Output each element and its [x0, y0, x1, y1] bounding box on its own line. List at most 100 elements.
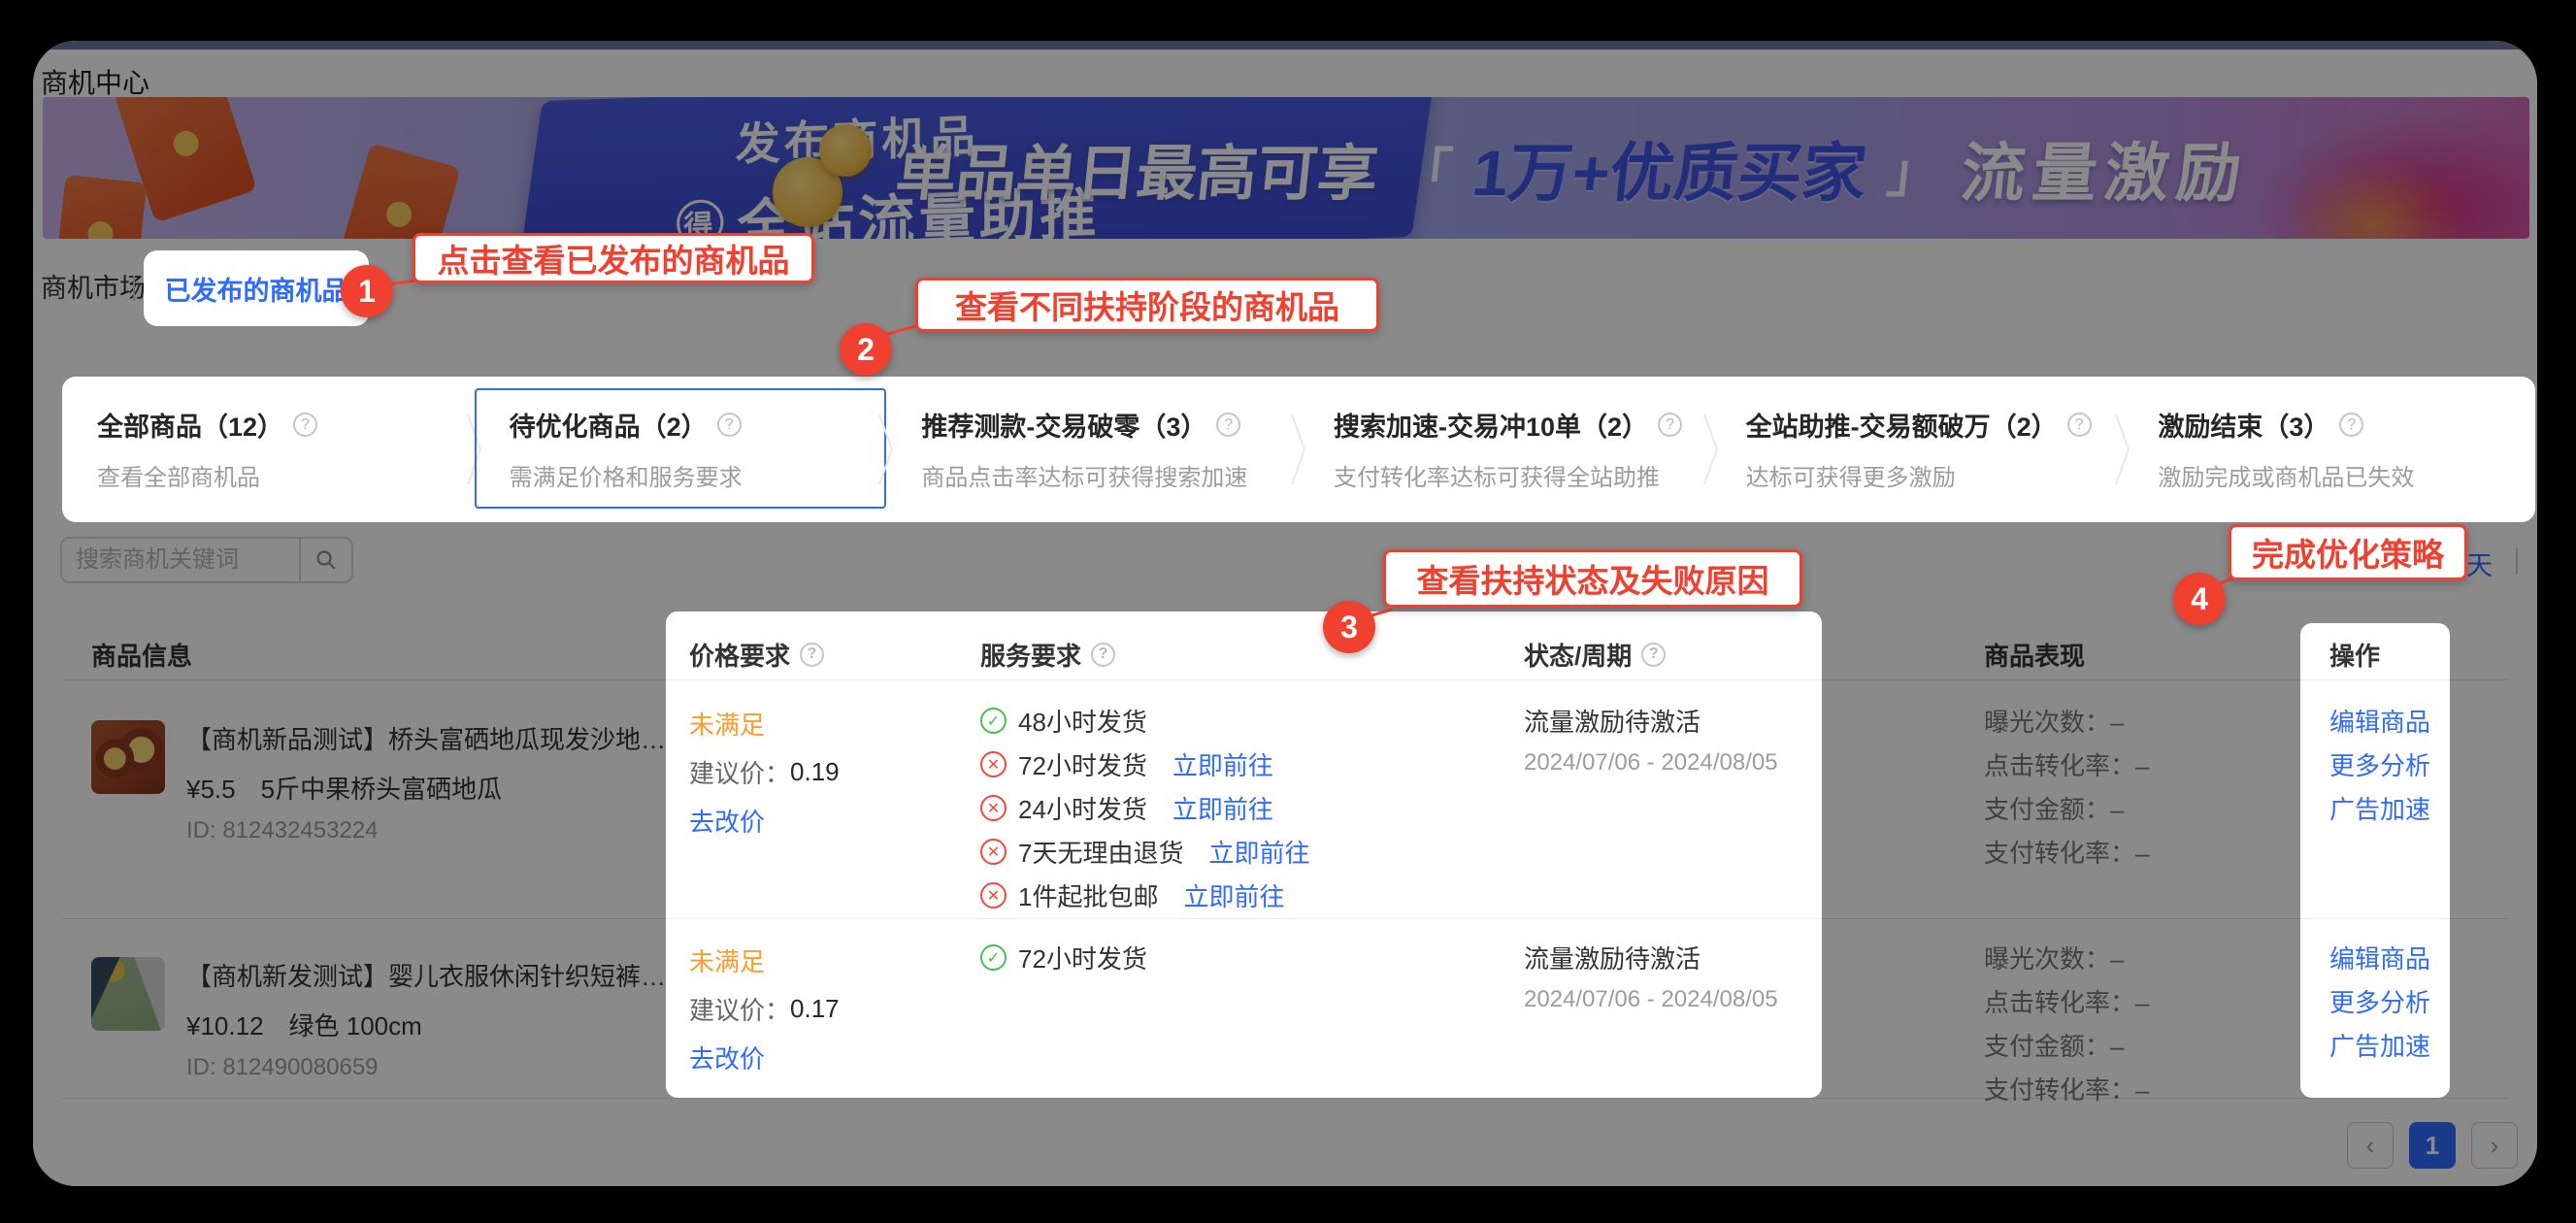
stage-card-4[interactable]: 搜索加速-交易冲10单（2）?支付转化率达标可获得全站助推 — [1299, 377, 1711, 522]
chevron-left-icon: ‹ — [2366, 1131, 2375, 1161]
banner-headline-mid: 1万+优质买家 — [1469, 121, 1871, 215]
status-period: 2024/07/06 - 2024/08/05 — [1524, 979, 1815, 1020]
top-strip — [33, 41, 2537, 50]
service-item: ✓48小时发货 — [980, 699, 1514, 743]
status-text: 流量激励待激活 — [1524, 699, 1815, 743]
help-icon[interactable]: ? — [1658, 413, 1682, 437]
performance-cell: 曝光次数：–点击转化率：–支付金额：–支付转化率：– — [1984, 918, 2314, 1110]
tab-divider — [133, 276, 135, 301]
toolbar-divider — [2516, 547, 2518, 575]
cross-circle-icon: ✕ — [980, 882, 1007, 909]
change-price-link[interactable]: 去改价 — [689, 1033, 961, 1081]
suggest-price-value: 0.17 — [790, 994, 840, 1024]
status-cell: 流量激励待激活2024/07/06 - 2024/08/05 — [1524, 918, 1815, 1020]
performance-metric: 点击转化率：– — [1984, 979, 2314, 1023]
search-button[interactable] — [299, 539, 351, 581]
price-req-status: 未满足 — [689, 936, 961, 984]
tour-tip-3: 查看扶持状态及失败原因 — [1383, 549, 1802, 608]
promo-banner[interactable]: 发布商机品 得 全站流量助推 单品单日最高可享 「 1万+优质买家 」 流量激励 — [43, 97, 2529, 239]
next-page-button[interactable]: › — [2471, 1122, 2518, 1169]
search-icon — [314, 548, 338, 572]
help-icon[interactable]: ? — [800, 643, 824, 667]
help-icon[interactable]: ? — [1091, 643, 1115, 667]
performance-metric: 支付转化率：– — [1984, 1067, 2314, 1110]
tour-step-badge-2: 2 — [840, 323, 892, 376]
help-icon[interactable]: ? — [717, 413, 742, 437]
action-link[interactable]: 编辑商品 — [2329, 936, 2446, 979]
performance-metric: 曝光次数：– — [1984, 699, 2314, 743]
stage-card-1[interactable]: 全部商品（12）? 查看全部商机品 — [62, 377, 475, 522]
go-now-link[interactable]: 立即前往 — [1172, 790, 1273, 826]
action-link[interactable]: 广告加速 — [2329, 786, 2446, 830]
stage-title: 全部商品（12） — [97, 406, 283, 444]
help-icon[interactable]: ? — [1641, 643, 1666, 667]
stage-separator-icon — [876, 413, 896, 491]
action-link[interactable]: 广告加速 — [2329, 1023, 2446, 1067]
column-header: 操作 — [2329, 629, 2446, 679]
stage-card-3[interactable]: 推荐测款-交易破零（3）? 商品点击率达标可获得搜索加速 — [886, 377, 1299, 522]
red-envelope-icon — [339, 143, 460, 239]
product-cell: 【商机新品测试】桥头富硒地瓜现发沙地瓜新鲜...¥5.55斤中果桥头富硒地瓜ID… — [91, 679, 674, 844]
action-link[interactable]: 更多分析 — [2329, 979, 2446, 1023]
change-price-link[interactable]: 去改价 — [689, 796, 961, 844]
service-item: ✕24小时发货立即前往 — [980, 786, 1514, 830]
prev-page-button[interactable]: ‹ — [2347, 1122, 2394, 1169]
service-req-cell: ✓72小时发货 — [980, 918, 1514, 979]
product-spec: 5斤中果桥头富硒地瓜 — [261, 775, 502, 804]
action-link[interactable]: 更多分析 — [2329, 743, 2446, 786]
help-icon[interactable]: ? — [2339, 413, 2363, 437]
service-item: ✓72小时发货 — [980, 936, 1514, 979]
column-header: 状态/周期? — [1524, 629, 1815, 679]
help-icon[interactable]: ? — [2067, 413, 2092, 437]
go-now-link[interactable]: 立即前往 — [1208, 834, 1309, 870]
cross-circle-icon: ✕ — [980, 839, 1007, 865]
stage-separator-icon — [2113, 413, 2132, 491]
tour-tip-4: 完成优化策略 — [2229, 524, 2467, 580]
stage-desc: 商品点击率达标可获得搜索加速 — [921, 458, 1247, 492]
column-header-label: 服务要求 — [980, 637, 1081, 673]
product-id: ID: 812490080659 — [186, 1054, 672, 1081]
stage-separator-icon — [1701, 413, 1721, 491]
tab-published[interactable]: 已发布的商机品 — [144, 250, 369, 326]
action-link[interactable]: 编辑商品 — [2329, 699, 2446, 743]
stage-card-6[interactable]: 激励结束（3）?激励完成或商机品已失效 — [2123, 377, 2535, 522]
search-input[interactable] — [62, 539, 299, 581]
service-text: 7天无理由退货 — [1018, 834, 1183, 870]
tour-tip-1: 点击查看已发布的商机品 — [413, 233, 814, 283]
current-page-button[interactable]: 1 — [2409, 1122, 2456, 1169]
price-req-cell: 未满足建议价：0.19去改价 — [689, 679, 961, 844]
column-header-label: 商品信息 — [91, 637, 192, 673]
suggest-price-label: 建议价： — [689, 754, 790, 790]
service-text: 1件起批包邮 — [1018, 877, 1158, 913]
help-icon[interactable]: ? — [1216, 413, 1240, 437]
action-cell: 编辑商品更多分析广告加速 — [2329, 679, 2446, 830]
performance-metric: 点击转化率：– — [1984, 743, 2314, 786]
stage-separator-icon — [465, 413, 484, 491]
sweet-potato-photo — [91, 720, 165, 794]
column-header: 价格要求? — [689, 629, 961, 679]
go-now-link[interactable]: 立即前往 — [1183, 877, 1284, 913]
service-req-cell: ✓48小时发货✕72小时发货立即前往✕24小时发货立即前往✕7天无理由退货立即前… — [980, 679, 1514, 917]
help-icon[interactable]: ? — [293, 413, 317, 437]
column-header-label: 操作 — [2329, 637, 2380, 673]
column-header-label: 价格要求 — [689, 637, 790, 673]
service-item: ✕ 1件起批包邮立即前往 — [980, 874, 1514, 917]
column-header: 商品信息 — [91, 629, 674, 679]
app-window: 商机中心 发布商机品 得 全站流量助推 单品单日最高可享 「 1万+优质买家 」… — [33, 41, 2537, 1186]
stage-desc: 查看全部商机品 — [97, 458, 260, 492]
stage-title: 待优化商品（2） — [510, 406, 708, 444]
tour-step-badge-1: 1 — [341, 265, 393, 317]
stage-panel: 全部商品（12）? 查看全部商机品 待优化商品（2）?需满足价格和服务要求推荐测款-… — [62, 377, 2535, 522]
stage-title: 搜索加速-交易冲10单（2） — [1334, 406, 1648, 444]
stage-card-2[interactable]: 待优化商品（2）?需满足价格和服务要求 — [475, 377, 887, 522]
stage-title: 激励结束（3） — [2158, 406, 2329, 444]
suggest-price-label: 建议价： — [689, 991, 790, 1027]
stage-title: 推荐测款-交易破零（3） — [921, 406, 1206, 444]
service-item: ✕72小时发货立即前往 — [980, 743, 1514, 786]
go-now-link[interactable]: 立即前往 — [1172, 746, 1273, 782]
tab-market[interactable]: 商机市场 — [41, 250, 146, 326]
banner-headline-right: 流量激励 — [1957, 121, 2254, 215]
performance-metric: 支付金额：– — [1984, 786, 2314, 830]
stage-card-5[interactable]: 全站助推-交易额破万（2）?达标可获得更多激励 — [1711, 377, 2124, 522]
chevron-right-icon: › — [2491, 1131, 2499, 1161]
